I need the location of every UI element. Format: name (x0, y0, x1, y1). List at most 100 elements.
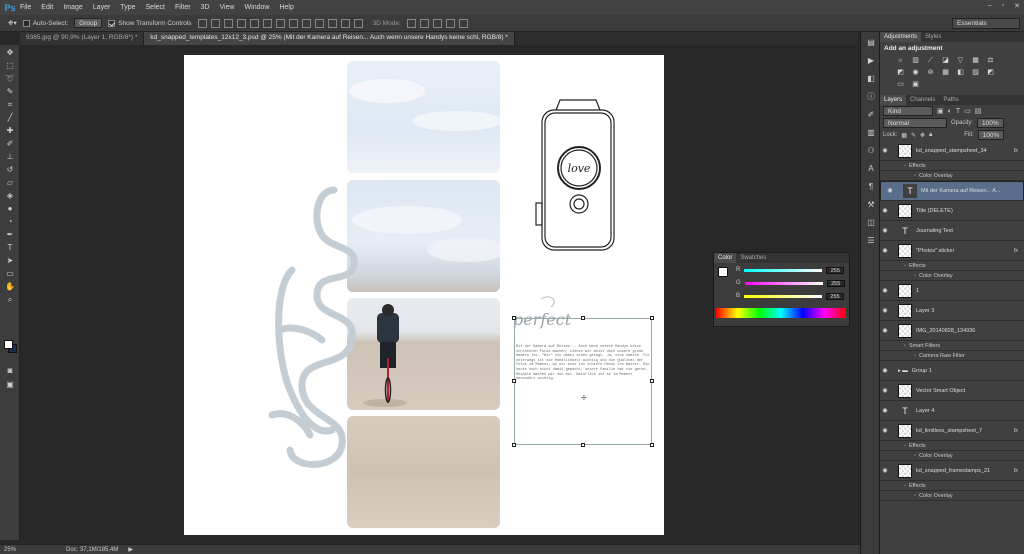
layer-row[interactable]: ◉ "Photos" sticker fx (880, 241, 1024, 261)
minimize-icon[interactable]: – (988, 2, 992, 10)
lasso-tool-icon[interactable]: ➰ (4, 74, 16, 84)
visibility-eye-icon[interactable]: ◉ (880, 327, 890, 334)
paint-bucket-tool-icon[interactable]: ◈ (4, 191, 16, 201)
r-value[interactable]: 255 (826, 266, 845, 274)
3d-slide-icon[interactable] (445, 18, 455, 28)
layer-comps-icon[interactable]: ◧ (866, 74, 876, 84)
distribute-bottom-icon[interactable] (301, 18, 311, 28)
gradient-map-icon[interactable]: ▭ (896, 81, 905, 89)
history-brush-tool-icon[interactable]: ↺ (4, 165, 16, 175)
vibrance-icon[interactable]: ▽ (956, 57, 965, 65)
selective-color-icon[interactable]: ▣ (911, 81, 920, 89)
lock-pixels-icon[interactable]: ▦ (901, 132, 907, 139)
menu-edit[interactable]: Edit (41, 4, 53, 11)
transform-handle-bl[interactable] (512, 443, 516, 447)
transform-handle-tr[interactable] (650, 316, 654, 320)
distribute-center-icon[interactable] (327, 18, 337, 28)
timeline-icon[interactable]: ☰ (866, 236, 876, 246)
b-value[interactable]: 255 (826, 292, 845, 300)
menu-select[interactable]: Select (146, 4, 165, 11)
healing-tool-icon[interactable]: ✚ (4, 126, 16, 136)
layer-row[interactable]: ◉ ▸ ▬ Group 1 (880, 361, 1024, 381)
layer-row[interactable]: ◉ Layer 3 (880, 301, 1024, 321)
quick-select-tool-icon[interactable]: ✎ (4, 87, 16, 97)
character-icon[interactable]: A (866, 164, 876, 174)
shape-tool-icon[interactable]: ▭ (4, 269, 16, 279)
brightness-icon[interactable]: ☼ (896, 57, 905, 65)
kind-filter[interactable]: Kind (883, 106, 933, 116)
align-middle-icon[interactable] (210, 18, 220, 28)
menu-file[interactable]: File (20, 4, 31, 11)
menu-image[interactable]: Image (63, 4, 82, 11)
tab-kd-snapped-templates[interactable]: kd_snapped_templates_12x12_3.psd @ 25% (… (144, 32, 515, 45)
layer-effect-row[interactable]: ◦ Effects (880, 261, 1024, 271)
layer-row[interactable]: ◉ T Mit der Kamera auf Reisen... A... (880, 181, 1024, 201)
actions-icon[interactable]: ▶ (866, 56, 876, 66)
color-spectrum[interactable] (716, 308, 846, 318)
menu-help[interactable]: Help (279, 4, 293, 11)
exposure-icon[interactable]: ◪ (941, 57, 950, 65)
type-tool-icon[interactable]: T (4, 243, 16, 253)
pen-tool-icon[interactable]: ✒ (4, 230, 16, 240)
status-arrow-icon[interactable]: ▶ (128, 546, 133, 553)
auto-align-icon[interactable] (353, 18, 363, 28)
black-white-icon[interactable]: ◩ (896, 69, 905, 77)
visibility-eye-icon[interactable]: ◉ (880, 467, 890, 474)
hue-saturation-icon[interactable]: ▦ (971, 57, 980, 65)
properties-icon[interactable]: ⚒ (866, 200, 876, 210)
photo-filter-icon[interactable]: ◉ (911, 69, 920, 77)
layer-effect-row[interactable]: ◦ Smart Filters (880, 341, 1024, 351)
color-lookup-icon[interactable]: ▦ (941, 69, 950, 77)
transform-handle-bm[interactable] (581, 443, 585, 447)
layer-row[interactable]: ◉ kd_snapped_framestamps_21 fx (880, 461, 1024, 481)
transform-handle-tm[interactable] (581, 316, 585, 320)
layer-fx-badge[interactable]: fx (1014, 428, 1018, 434)
red-slider[interactable]: R 255 (736, 266, 846, 274)
auto-select[interactable]: Auto-Select: (22, 19, 68, 27)
layer-effect-row[interactable]: ◦ Effects (880, 161, 1024, 171)
layer-effect-row[interactable]: ◦ Effects (880, 481, 1024, 491)
marquee-tool-icon[interactable]: ⬚ (4, 61, 16, 71)
document-canvas[interactable]: love perfect ✛ Mit der Kamera auf Reisen… (184, 55, 664, 535)
tab-styles[interactable]: Styles (921, 32, 945, 42)
red-bar[interactable] (744, 268, 823, 272)
visibility-eye-icon[interactable]: ◉ (880, 247, 890, 254)
filter-shape-icon[interactable]: ▭ (964, 107, 971, 115)
layer-effect-row[interactable]: ◦ Effects (880, 441, 1024, 451)
levels-icon[interactable]: ▥ (911, 57, 920, 65)
eyedropper-tool-icon[interactable]: ╱ (4, 113, 16, 123)
path-select-tool-icon[interactable]: ➤ (4, 256, 16, 266)
tab-layers[interactable]: Layers (880, 95, 907, 105)
visibility-eye-icon[interactable]: ◉ (880, 207, 890, 214)
layer-effect-row[interactable]: ◦ Camera Raw Filter (880, 351, 1024, 361)
menu-type[interactable]: Type (120, 4, 135, 11)
move-tool-icon[interactable]: ✥▾ (8, 19, 17, 27)
distribute-top-icon[interactable] (275, 18, 285, 28)
visibility-eye-icon[interactable]: ◉ (880, 367, 890, 374)
maximize-icon[interactable]: ▫ (1002, 2, 1004, 10)
tab-color[interactable]: Color (714, 253, 737, 263)
distribute-right-icon[interactable] (340, 18, 350, 28)
layer-fx-badge[interactable]: fx (1014, 148, 1018, 154)
align-bottom-icon[interactable] (223, 18, 233, 28)
3d-icon[interactable]: ◫ (866, 218, 876, 228)
3d-scale-icon[interactable] (458, 18, 468, 28)
visibility-eye-icon[interactable]: ◉ (880, 287, 890, 294)
move-tool-icon[interactable]: ✥ (4, 48, 16, 58)
layer-fx-badge[interactable]: fx (1014, 248, 1018, 254)
info-icon[interactable]: ⓘ (866, 92, 876, 102)
layer-row[interactable]: ◉ T Layer 4 (880, 401, 1024, 421)
crop-tool-icon[interactable]: ⌗ (4, 100, 16, 110)
menu-view[interactable]: View (220, 4, 235, 11)
layer-row[interactable]: ◉ IMG_20140828_134936 (880, 321, 1024, 341)
opacity-value[interactable]: 100% (977, 118, 1004, 128)
hand-tool-icon[interactable]: ✋ (4, 282, 16, 292)
green-bar[interactable] (744, 281, 823, 285)
3d-drag-icon[interactable] (432, 18, 442, 28)
tab-swatches[interactable]: Swatches (736, 253, 770, 263)
lock-paint-icon[interactable]: ✎ (911, 132, 916, 139)
align-left-icon[interactable] (236, 18, 246, 28)
threshold-icon[interactable]: ◩ (986, 69, 995, 77)
workspace-switcher[interactable]: Essentials (952, 18, 1020, 29)
green-slider[interactable]: G 255 (736, 279, 846, 287)
